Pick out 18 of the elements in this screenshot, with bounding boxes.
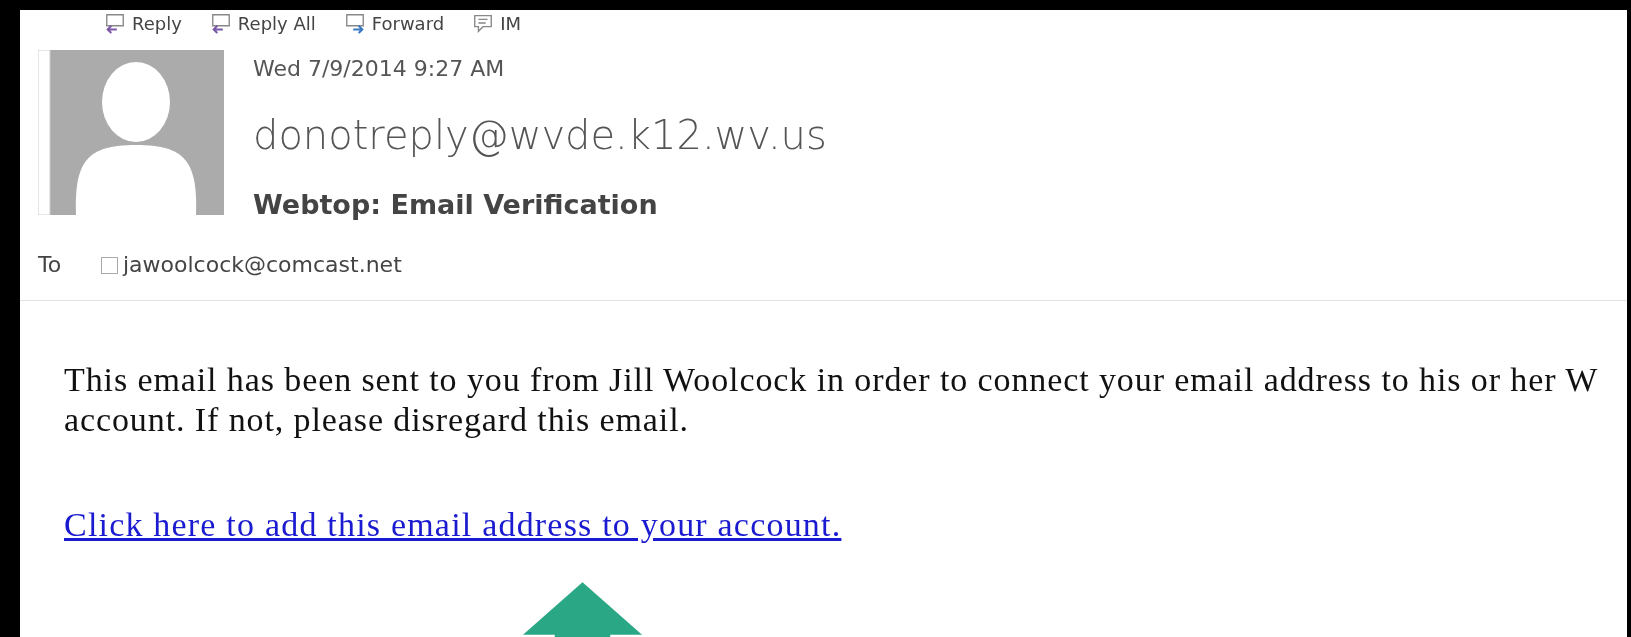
body-text: This email has been sent to you from Jill Woolcock in order to connect your email address to his or her W <box>64 360 1600 400</box>
sender-address: donotreply@wvde.k12.wv.us <box>253 111 827 160</box>
message-date: Wed 7/9/2014 9:27 AM <box>253 55 505 83</box>
verification-link[interactable]: Click here to add this email address to your account. <box>64 505 842 545</box>
square-icon <box>101 256 118 274</box>
message-subject: Webtop: Email Verification <box>253 188 658 222</box>
recipient-address[interactable]: jawoolcock@comcast.net <box>123 250 402 280</box>
to-label: To <box>38 251 63 279</box>
toolbar-button[interactable]: Reply <box>104 10 182 36</box>
avatar-icon <box>38 50 224 215</box>
toolbar-button[interactable]: Forward <box>343 10 445 36</box>
reply-icon <box>104 12 126 34</box>
toolbar-button[interactable]: Reply All <box>209 10 316 36</box>
toolbar-button[interactable]: IM <box>472 10 521 36</box>
body-text: account. If not, please disregard this email. <box>64 400 690 440</box>
reply-icon <box>209 12 232 34</box>
forward-icon <box>343 12 366 34</box>
chat-icon <box>472 12 495 34</box>
